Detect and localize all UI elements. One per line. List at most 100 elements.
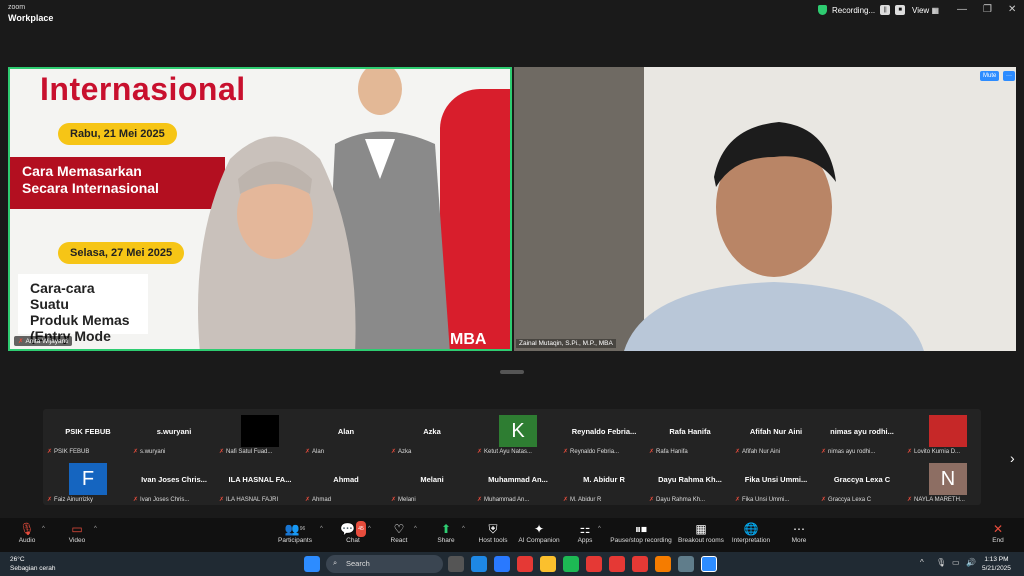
video-tile-anita[interactable]: Internasional Rabu, 21 Mei 2025 Cara Mem… xyxy=(8,67,512,351)
minimize-icon[interactable]: — xyxy=(957,4,967,15)
vscode-icon[interactable] xyxy=(494,556,510,572)
participant-name-tag: ✗ Reynaldo Febria... xyxy=(563,449,620,455)
apps-icon: ⚏ xyxy=(579,522,591,536)
tray-overflow-icon[interactable]: ^ xyxy=(920,558,924,567)
pause-stop-recording-button[interactable]: ⏸⏹ Pause/stop recording xyxy=(608,521,674,544)
gallery-participant-tile[interactable]: Rafa Hanifa ✗ Rafa Hanifa xyxy=(647,411,733,456)
taskbar-search[interactable]: ⌕ Search xyxy=(326,555,443,573)
interpretation-button[interactable]: 🌐 Interpretation xyxy=(730,521,772,544)
gallery-participant-tile[interactable]: s.wuryani ✗ s.wuryani xyxy=(131,411,217,456)
volume-icon[interactable]: 🔊 xyxy=(966,558,976,567)
app-icon[interactable] xyxy=(655,556,671,572)
share-button[interactable]: ⬆ Share xyxy=(432,521,460,544)
gallery-participant-tile[interactable]: Alan ✗ Alan xyxy=(303,411,389,456)
zoom-icon[interactable] xyxy=(701,556,717,572)
audio-options-icon[interactable]: ^ xyxy=(42,526,45,532)
gallery-participant-tile[interactable]: Muhammad An... ✗ Muhammad An... xyxy=(475,459,561,504)
task-view-icon[interactable] xyxy=(448,556,464,572)
gallery-participant-tile[interactable]: Afifah Nur Aini ✗ Afifah Nur Aini xyxy=(733,411,819,456)
participant-display-name: Fika Unsi Ummi... xyxy=(744,475,808,484)
next-page-icon[interactable]: › xyxy=(1010,450,1015,466)
video-tile-zainal[interactable]: Mute ··· Zainal Mutaqin, S.Pi., M.P., MB… xyxy=(514,67,1016,351)
mic-off-icon: ✗ xyxy=(563,497,569,503)
chrome-icon[interactable] xyxy=(517,556,533,572)
ai-companion-button[interactable]: ✦ AI Companion xyxy=(516,521,562,544)
react-button[interactable]: ♡ React xyxy=(384,521,414,544)
gallery-participant-tile[interactable]: PSIK FEBUB ✗ PSIK FEBUB xyxy=(45,411,131,456)
participant-display-name: ILA HASNAL FA... xyxy=(228,475,292,484)
mic-off-icon: ✗ xyxy=(821,497,827,503)
weather-widget[interactable]: 26°C Sebagian cerah xyxy=(10,555,56,573)
chrome-profile-icon[interactable] xyxy=(586,556,602,572)
file-explorer-icon[interactable] xyxy=(540,556,556,572)
view-button[interactable]: View ▦ xyxy=(912,6,939,15)
participants-options-icon[interactable]: ^ xyxy=(320,526,323,532)
apps-options-icon[interactable]: ^ xyxy=(598,526,601,532)
pause-recording-button[interactable]: || xyxy=(880,5,891,15)
mic-off-icon: ✗ xyxy=(47,449,53,455)
gallery-collapse-handle[interactable] xyxy=(500,370,524,374)
gallery-participant-tile[interactable]: Reynaldo Febria... ✗ Reynaldo Febria... xyxy=(561,411,647,456)
gallery-participant-tile[interactable]: Ivan Joses Chris... ✗ Ivan Joses Chris... xyxy=(131,459,217,504)
chat-options-icon[interactable]: ^ xyxy=(368,526,371,532)
gallery-participant-tile[interactable]: nimas ayu rodhi... ✗ nimas ayu rodhi... xyxy=(819,411,905,456)
gallery-participant-tile[interactable]: Melani ✗ Melani xyxy=(389,459,475,504)
gallery-participant-tile[interactable]: Fika Unsi Ummi... ✗ Fika Unsi Ummi... xyxy=(733,459,819,504)
microphone-icon[interactable]: 🎙 xyxy=(936,558,946,567)
weather-temp: 26°C xyxy=(10,556,25,563)
restore-icon[interactable]: ❐ xyxy=(983,4,992,15)
end-meeting-button[interactable]: ✕ End xyxy=(986,521,1010,544)
taskbar-clock[interactable]: 1:13 PM 5/21/2025 xyxy=(982,555,1011,573)
app-logo: zoom Workplace xyxy=(8,4,54,23)
chrome-profile-3-icon[interactable] xyxy=(632,556,648,572)
stop-recording-button[interactable]: ■ xyxy=(895,5,906,15)
edge-icon[interactable] xyxy=(471,556,487,572)
video-button[interactable]: ▭ Video xyxy=(62,521,92,544)
gallery-participant-tile[interactable]: Dayu Rahma Kh... ✗ Dayu Rahma Kh... xyxy=(647,459,733,504)
gallery-participant-tile[interactable]: K ✗ Ketut Ayu Natas... xyxy=(475,411,561,456)
chat-button[interactable]: 💬 45 Chat xyxy=(338,521,368,544)
gallery-participant-tile[interactable]: Azka ✗ Azka xyxy=(389,411,475,456)
participant-name-tag: ✗ Graccya Lexa C xyxy=(821,497,872,503)
globe-icon: 🌐 xyxy=(743,522,759,536)
gallery-participant-tile[interactable]: ✗ Lovito Kurnia D... xyxy=(905,411,991,456)
more-options-button[interactable]: ··· xyxy=(1003,71,1015,81)
network-icon[interactable]: ▭ xyxy=(952,558,960,567)
gallery-participant-tile[interactable]: M. Abidur R ✗ M. Abidur R xyxy=(561,459,647,504)
network-app-icon[interactable] xyxy=(678,556,694,572)
gallery-participant-tile[interactable]: N ✗ NAYLA MARETH... xyxy=(905,459,991,504)
chrome-profile-2-icon[interactable] xyxy=(609,556,625,572)
apps-button[interactable]: ⚏ Apps xyxy=(572,521,598,544)
close-icon[interactable]: ✕ xyxy=(1008,4,1016,15)
start-icon[interactable] xyxy=(304,556,320,572)
participant-display-name: Azka xyxy=(423,427,441,436)
more-button[interactable]: ⋯ More xyxy=(786,521,812,544)
video-off-icon: ▭ xyxy=(71,522,83,536)
mute-button[interactable]: Mute xyxy=(980,71,1000,81)
host-tools-button[interactable]: ⛨ Host tools xyxy=(474,521,512,544)
participant-name-tag: ✗ Anita Wijayanti xyxy=(14,336,73,346)
mic-off-icon: ✗ xyxy=(391,497,397,503)
participants-button[interactable]: 👥96 Participants xyxy=(274,521,316,544)
audio-button[interactable]: 🎙 Audio xyxy=(12,521,42,544)
react-options-icon[interactable]: ^ xyxy=(414,526,417,532)
breakout-rooms-button[interactable]: ▦ Breakout rooms xyxy=(678,521,724,544)
participant-display-name: Ahmad xyxy=(333,475,359,484)
gallery-participant-tile[interactable]: ILA HASNAL FA... ✗ ILA HASNAL FAJRI xyxy=(217,459,303,504)
video-options-icon[interactable]: ^ xyxy=(94,526,97,532)
gallery-participant-tile[interactable]: ✗ Nafi Satul Fuad... xyxy=(217,411,303,456)
spotify-icon[interactable] xyxy=(563,556,579,572)
mic-off-icon: ✗ xyxy=(133,497,139,503)
poster-heading: Internasional xyxy=(40,71,246,107)
participant-name-tag: ✗ PSIK FEBUB xyxy=(47,449,90,455)
mic-off-icon: ✗ xyxy=(47,497,53,503)
participant-display-name: Melani xyxy=(420,475,444,484)
gallery-participant-tile[interactable]: Ahmad ✗ Ahmad xyxy=(303,459,389,504)
gallery-participant-tile[interactable]: F ✗ Faiz Ainurrizky xyxy=(45,459,131,504)
share-options-icon[interactable]: ^ xyxy=(462,526,465,532)
mic-off-icon: ✗ xyxy=(907,497,913,503)
mic-off-icon: ✗ xyxy=(649,449,655,455)
participant-name-tag: ✗ Ketut Ayu Natas... xyxy=(477,449,532,455)
gallery-participant-tile[interactable]: Graccya Lexa C ✗ Graccya Lexa C xyxy=(819,459,905,504)
participant-name-tag: ✗ Afifah Nur Aini xyxy=(735,449,781,455)
